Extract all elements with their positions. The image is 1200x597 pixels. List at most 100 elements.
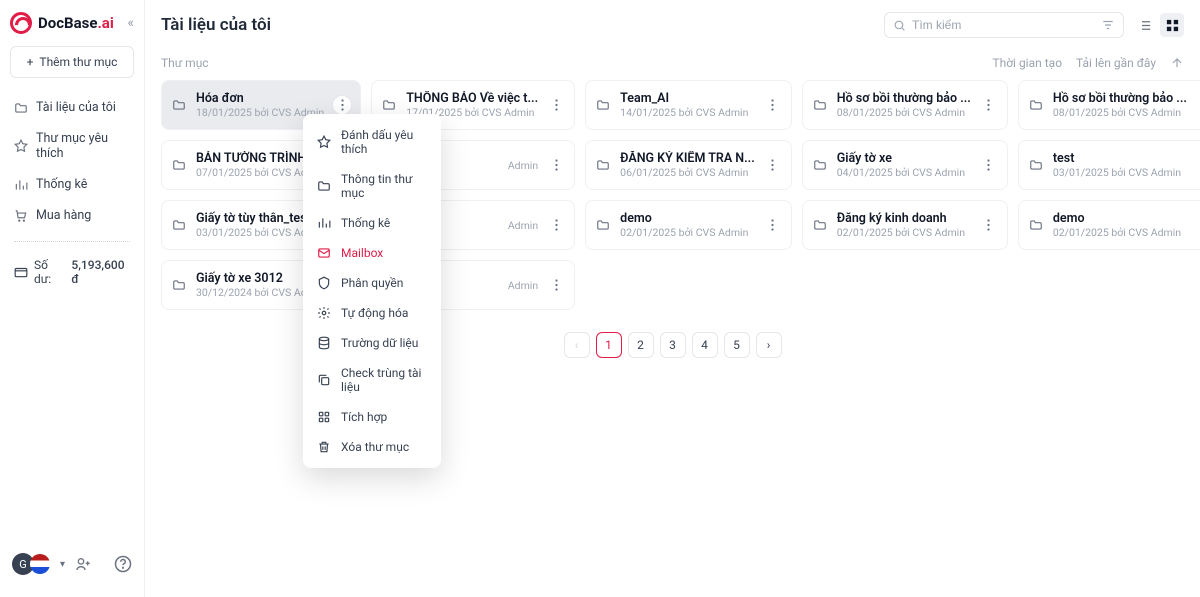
plus-icon: + [27,55,34,69]
grid-view-button[interactable] [1160,13,1184,37]
search-icon [893,19,906,32]
folder-more-button[interactable] [763,215,783,235]
nav-item-0[interactable]: Tài liệu của tôi [0,92,144,123]
folder-card[interactable]: Team_AI14/01/2025 bởi CVS Admin [585,80,792,130]
help-icon[interactable] [114,555,132,573]
folder-more-button[interactable] [332,95,352,115]
chevron-down-icon[interactable]: ▾ [60,559,65,570]
balance-row: Số dư: 5,193,600 đ [0,252,144,292]
sort-time-created[interactable]: Thời gian tạo [992,56,1062,70]
folder-more-button[interactable] [546,155,566,175]
ctx-item[interactable]: Thông tin thư mục [303,164,441,208]
page-number[interactable]: 2 [628,332,654,358]
nav-item-3[interactable]: Mua hàng [0,200,144,231]
folder-card[interactable]: Giấy tờ xe04/01/2025 bởi CVS Admin [802,140,1008,190]
folder-meta: 02/01/2025 bởi CVS Admin [1053,226,1187,239]
ctx-item[interactable]: Tự động hóa [303,298,441,328]
add-folder-button[interactable]: + Thêm thư mục [10,46,134,78]
header-row: Tài liệu của tôi [161,12,1184,38]
ctx-item[interactable]: Trường dữ liệu [303,328,441,358]
folder-name: demo [1053,211,1187,226]
folder-card[interactable]: demo02/01/2025 bởi CVS Admin [1018,200,1200,250]
ctx-item[interactable]: Phân quyền [303,268,441,298]
folder-more-button[interactable] [763,95,783,115]
folder-more-button[interactable] [1195,95,1200,115]
cart-icon [14,209,28,223]
page-number[interactable]: 3 [660,332,686,358]
folder-name: Đăng ký kinh doanh [837,211,971,226]
sort-recent-upload[interactable]: Tải lên gần đây [1076,56,1156,70]
folder-more-button[interactable] [546,95,566,115]
folder-icon [1029,98,1045,112]
folder-icon [813,218,829,232]
folder-icon [14,101,28,115]
sidebar-collapse[interactable]: « [127,15,134,31]
folder-more-button[interactable] [1195,215,1200,235]
ctx-item[interactable]: Check trùng tài liệu [303,358,441,402]
ctx-item[interactable]: Tích hợp [303,402,441,432]
page-prev[interactable]: ‹ [564,332,590,358]
folder-name: Hồ sơ bồi thường bảo ... [837,91,971,106]
ctx-item[interactable]: Mailbox [303,238,441,268]
ctx-item[interactable]: Xóa thư mục [303,432,441,462]
folder-name: ĐĂNG KÝ KIỂM TRA N... [620,151,755,166]
folder-more-button[interactable] [979,95,999,115]
main-content: Tài liệu của tôi [145,0,1200,597]
folder-meta: 02/01/2025 bởi CVS Admin [620,226,755,239]
folder-icon [1029,158,1045,172]
ctx-item[interactable]: Thống kê [303,208,441,238]
folder-more-button[interactable] [979,215,999,235]
divider [14,241,130,242]
ctx-item[interactable]: Đánh dấu yêu thích [303,120,441,164]
folder-icon [813,158,829,172]
add-user-icon[interactable] [75,556,91,572]
folder-icon [172,98,188,112]
folder-meta: 08/01/2025 bởi CVS Admin [837,106,971,119]
folder-more-button[interactable] [979,155,999,175]
view-toggle [1132,13,1184,37]
folder-name: demo [620,211,755,226]
folder-card[interactable]: demo02/01/2025 bởi CVS Admin [585,200,792,250]
page-number[interactable]: 5 [724,332,750,358]
star-icon [14,139,28,153]
mail-icon [317,246,331,260]
search-box[interactable] [884,12,1124,38]
folder-card[interactable]: Hồ sơ bồi thường bảo ...08/01/2025 bởi C… [802,80,1008,130]
copy-icon [317,373,331,387]
folder-name: test [1053,151,1187,166]
nav-item-2[interactable]: Thống kê [0,169,144,200]
folder-icon [596,158,612,172]
folder-more-button[interactable] [1195,155,1200,175]
brand-logo[interactable]: DocBase.ai « [0,12,144,46]
folder-card[interactable]: Hồ sơ bồi thường bảo ...08/01/2025 bởi C… [1018,80,1200,130]
shield-icon [317,276,331,290]
folder-more-button[interactable] [546,275,566,295]
plug-icon [317,410,331,424]
page-title: Tài liệu của tôi [161,15,271,35]
sidebar: DocBase.ai « + Thêm thư mục Tài liệu của… [0,0,145,597]
folder-meta: 02/01/2025 bởi CVS Admin [837,226,971,239]
arrow-up-icon[interactable] [1170,56,1184,70]
section-label: Thư mục [161,56,209,70]
folder-more-button[interactable] [546,215,566,235]
search-input[interactable] [912,18,1095,32]
folder-more-button[interactable] [763,155,783,175]
folder-card[interactable]: test03/01/2025 bởi CVS Admin [1018,140,1200,190]
folder-card[interactable]: Đăng ký kinh doanh02/01/2025 bởi CVS Adm… [802,200,1008,250]
list-view-button[interactable] [1132,13,1156,37]
folder-icon [317,179,331,193]
locale-flag[interactable] [30,554,50,574]
trash-icon [317,440,331,454]
stats-icon [317,216,331,230]
folder-icon [1029,218,1045,232]
page-number[interactable]: 4 [692,332,718,358]
star-icon [317,135,331,149]
nav-item-1[interactable]: Thư mục yêu thích [0,123,144,169]
folder-card[interactable]: ĐĂNG KÝ KIỂM TRA N...06/01/2025 bởi CVS … [585,140,792,190]
folder-context-menu: Đánh dấu yêu thíchThông tin thư mụcThống… [303,114,441,468]
folder-icon [172,158,188,172]
filter-icon[interactable] [1101,18,1115,32]
page-number[interactable]: 1 [596,332,622,358]
page-next[interactable]: › [756,332,782,358]
db-icon [317,336,331,350]
